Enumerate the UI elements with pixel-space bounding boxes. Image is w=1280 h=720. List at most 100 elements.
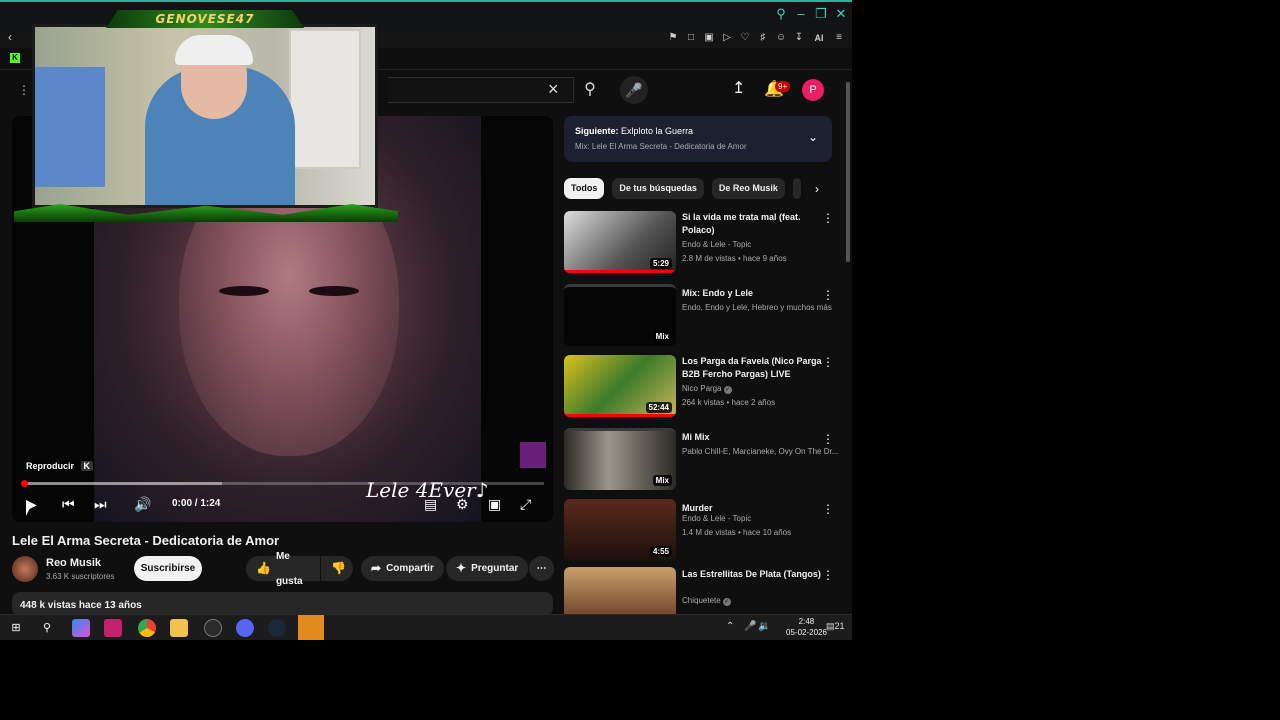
- tray-chevron-icon[interactable]: ⌃: [726, 621, 734, 632]
- rec-item[interactable]: 4:55 Murder Endo & Lele - Topic 1.4 M de…: [564, 499, 844, 563]
- steam-icon[interactable]: [268, 619, 286, 637]
- ask-button[interactable]: ✦ Preguntar: [446, 556, 529, 581]
- rec-item[interactable]: 52:44 Los Parga da Favela (Nico Parga B2…: [564, 355, 844, 419]
- like-button[interactable]: 👍 Me gusta: [246, 551, 320, 587]
- search-icon[interactable]: ⚲: [774, 6, 788, 22]
- miniplayer-icon[interactable]: ▣: [488, 494, 501, 514]
- more-vert-icon[interactable]: ⋮: [822, 211, 834, 225]
- progress-buffered: [24, 482, 222, 485]
- file-explorer-icon[interactable]: [170, 619, 188, 637]
- search-icon[interactable]: ⚲: [38, 619, 56, 637]
- chip-todos[interactable]: Todos: [564, 178, 605, 199]
- more-vert-icon[interactable]: ⋮: [822, 288, 834, 302]
- app-icon[interactable]: [298, 615, 324, 640]
- up-next-label: Siguiente:: [575, 126, 619, 136]
- rec-channel[interactable]: Endo, Endo y Lele, Hebreo y muchos más: [682, 303, 832, 312]
- windows-start-icon[interactable]: ⊞: [7, 619, 25, 637]
- account-avatar[interactable]: P: [802, 79, 824, 101]
- crop-icon[interactable]: □: [684, 31, 698, 45]
- subtitles-icon[interactable]: ▤: [424, 494, 437, 514]
- rec-item[interactable]: Mix Mix: Endo y Lele Endo, Endo y Lele, …: [564, 284, 844, 348]
- up-next-video: Exlploto la Guerra: [621, 126, 694, 136]
- dislike-button[interactable]: 👎: [321, 556, 353, 581]
- rec-thumbnail[interactable]: [564, 567, 676, 614]
- more-vert-icon[interactable]: ⋮: [822, 568, 834, 582]
- clear-search-icon[interactable]: ×: [548, 79, 559, 100]
- rec-channel[interactable]: Chiquetete ✓: [682, 596, 731, 606]
- rec-channel[interactable]: Nico Parga ✓: [682, 384, 732, 394]
- rec-meta: 1.4 M de vistas • hace 10 años: [682, 528, 792, 537]
- rec-channel[interactable]: Endo & Lele - Topic: [682, 240, 751, 249]
- settings-gear-icon[interactable]: ⚙: [456, 494, 469, 514]
- restore-icon[interactable]: ❐: [814, 6, 828, 22]
- description-box[interactable]: 448 k vistas hace 13 años: [12, 592, 553, 616]
- menu-icon[interactable]: ≡: [832, 31, 846, 45]
- rec-thumbnail[interactable]: 5:29: [564, 211, 676, 273]
- more-vert-icon[interactable]: ⋮: [822, 432, 834, 446]
- rec-title[interactable]: Los Parga da Favela (Nico Parga B2B Ferc…: [682, 355, 822, 381]
- channel-avatar[interactable]: [12, 556, 38, 582]
- mic-tray-icon[interactable]: 🎤: [744, 621, 756, 632]
- chevron-down-icon[interactable]: ⌄: [808, 130, 818, 144]
- download-icon[interactable]: ↧: [792, 31, 806, 45]
- profile-icon[interactable]: ☺: [774, 31, 788, 45]
- chip-channel[interactable]: De Reo Musik: [711, 178, 785, 199]
- verified-icon: ✓: [723, 386, 732, 394]
- subscribe-button[interactable]: Suscribirse: [134, 556, 202, 581]
- more-vert-icon[interactable]: ⋮: [822, 502, 834, 516]
- discord-icon[interactable]: [236, 619, 254, 637]
- watched-bar: [564, 414, 676, 417]
- taskbar-clock[interactable]: 2:48 05-02-2026: [786, 616, 827, 638]
- rec-title[interactable]: Si la vida me trata mal (feat. Polaco): [682, 211, 822, 237]
- rec-item[interactable]: 5:29 Si la vida me trata mal (feat. Pola…: [564, 211, 844, 275]
- rec-thumbnail[interactable]: 4:55: [564, 499, 676, 561]
- obs-icon[interactable]: [204, 619, 222, 637]
- heart-icon[interactable]: ♡: [738, 31, 752, 45]
- minimize-icon[interactable]: –: [794, 6, 808, 22]
- up-next-panel[interactable]: Siguiente: Exlploto la Guerra Mix: Lele …: [564, 116, 832, 162]
- shield-icon[interactable]: ▣: [702, 31, 716, 45]
- pin-icon[interactable]: ⚑: [666, 31, 680, 45]
- play-icon[interactable]: ▷: [720, 31, 734, 45]
- upload-icon[interactable]: ↥: [732, 78, 745, 98]
- chip-searches[interactable]: De tus búsquedas: [612, 178, 704, 199]
- previous-icon[interactable]: ⏮: [62, 494, 75, 514]
- rec-thumbnail[interactable]: Mix: [564, 428, 676, 490]
- thumbs-down-icon: 👎: [331, 561, 346, 575]
- progress-bar[interactable]: [24, 482, 544, 485]
- more-vert-icon[interactable]: ⋮: [822, 355, 834, 369]
- next-icon[interactable]: ⏭: [94, 494, 107, 514]
- share-button[interactable]: ➦ Compartir: [361, 556, 444, 581]
- copilot-icon[interactable]: [72, 619, 90, 637]
- rec-item[interactable]: Mix Mi Mix Pablo Chill-E, Marcianeke, Ov…: [564, 428, 844, 492]
- more-actions-button[interactable]: ⋯: [529, 556, 554, 581]
- rec-item[interactable]: Las Estrellitas De Plata (Tangos) Chique…: [564, 567, 844, 614]
- back-arrow-icon[interactable]: ‹: [8, 30, 12, 44]
- puzzle-icon[interactable]: ♯: [756, 31, 770, 45]
- notifications-center-icon[interactable]: ▤21: [826, 621, 845, 632]
- progress-scrubber[interactable]: [21, 480, 28, 487]
- rec-title[interactable]: Mix: Endo y Lele: [682, 287, 822, 300]
- rec-channel[interactable]: Endo & Lele - Topic: [682, 514, 751, 523]
- browser-active-icon[interactable]: [104, 619, 122, 637]
- volume-tray-icon[interactable]: 🔉: [758, 621, 770, 632]
- ai-extension-button[interactable]: AI: [810, 31, 828, 45]
- mic-icon[interactable]: 🎤: [620, 76, 648, 104]
- video-title: Lele El Arma Secreta - Dedicatoria de Am…: [12, 533, 280, 548]
- rec-thumbnail[interactable]: Mix: [564, 284, 676, 346]
- chip-more[interactable]: [792, 178, 801, 199]
- play-tooltip: Reproducir K: [24, 460, 96, 472]
- search-button[interactable]: ⚲: [576, 76, 604, 104]
- volume-icon[interactable]: 🔊: [134, 494, 151, 514]
- rec-title[interactable]: Las Estrellitas De Plata (Tangos): [682, 568, 822, 581]
- channel-name[interactable]: Reo Musik: [46, 557, 101, 569]
- scrollbar[interactable]: [846, 82, 850, 262]
- close-icon[interactable]: ✕: [834, 6, 848, 22]
- rec-thumbnail[interactable]: 52:44: [564, 355, 676, 417]
- chrome-icon[interactable]: [138, 619, 156, 637]
- search-input[interactable]: [388, 77, 574, 103]
- chevron-right-icon[interactable]: ›: [806, 178, 828, 200]
- rec-channel[interactable]: Pablo Chill-E, Marcianeke, Ovy On The Dr…: [682, 447, 838, 456]
- rec-title[interactable]: Mi Mix: [682, 431, 822, 444]
- fullscreen-icon[interactable]: ⤢: [520, 494, 531, 514]
